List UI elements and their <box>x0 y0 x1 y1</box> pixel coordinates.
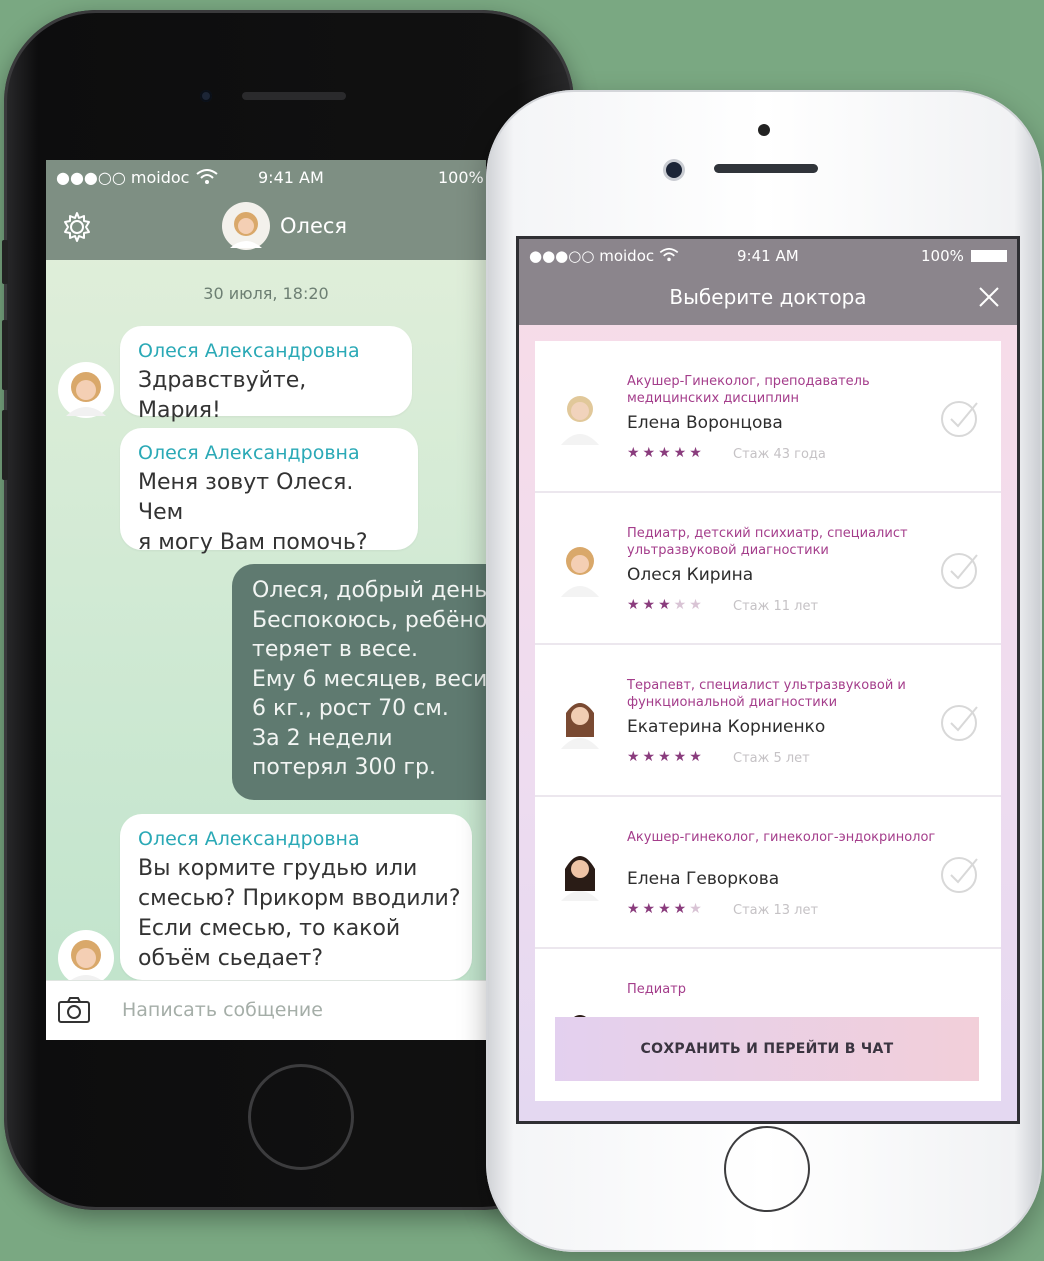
page-title: Выберите доктора <box>669 285 867 309</box>
sender-name: Олеся Александровна <box>138 340 360 362</box>
status-time: 9:41 AM <box>737 247 799 265</box>
message-text: Здравствуйте, Мария! <box>138 368 307 423</box>
incoming-message: Олеся Александровна Вы кормите грудью ил… <box>120 814 472 980</box>
doctor-specialty: Терапевт, специалист ультразвуковой и фу… <box>627 678 906 710</box>
message-composer: Написать собщение <box>46 980 486 1040</box>
status-time: 9:41 AM <box>258 168 324 187</box>
earpiece-speaker <box>242 92 346 100</box>
close-icon[interactable] <box>973 281 1005 313</box>
doctor-select-screen: ●●●○○ moidoc 9:41 AM 100% Выберите докто… <box>516 236 1020 1124</box>
doctor-experience: Стаж 5 лет <box>733 751 810 766</box>
status-bar: ●●●○○ moidoc 9:41 AM 100% <box>519 239 1017 273</box>
message-line: теряет в весе. <box>252 637 418 662</box>
doctor-row[interactable]: Терапевт, специалист ультразвуковой и фу… <box>535 645 1001 797</box>
message-line: Если смесью, то какой <box>138 916 401 941</box>
doctor-specialty: Акушер-Гинеколог, преподаватель медицинс… <box>627 374 870 406</box>
gear-icon[interactable] <box>60 210 94 244</box>
doctor-avatar[interactable] <box>58 362 114 418</box>
wifi-icon <box>196 169 218 184</box>
message-line: потерял 300 гр. <box>252 755 436 780</box>
status-bar: ●●●○○ moidoc 9:41 AM 100% <box>46 160 486 196</box>
doctor-name: Елена Воронцова <box>627 413 783 433</box>
doctor-photo <box>561 396 599 445</box>
wifi-icon <box>659 248 679 262</box>
doctor-avatar[interactable] <box>58 930 114 986</box>
doctor-photo <box>561 547 599 597</box>
doctor-experience: Стаж 13 лет <box>733 903 819 918</box>
save-and-go-to-chat-button[interactable]: СОХРАНИТЬ И ПЕРЕЙТИ В ЧАТ <box>555 1017 979 1081</box>
carrier-label: ●●●○○ moidoc <box>529 247 655 265</box>
battery-label: 100% <box>921 247 964 265</box>
message-line: За 2 недели <box>252 725 393 751</box>
message-line: я могу Вам помочь? <box>138 530 368 555</box>
carrier-label: ●●●○○ moidoc <box>56 168 190 187</box>
doctor-list: Акушер-Гинеколог, преподаватель медицинс… <box>535 341 1001 1101</box>
contact-name: Олеся <box>280 214 348 238</box>
doctor-photo <box>561 856 599 901</box>
incoming-message: Олеся Александровна Здравствуйте, Мария! <box>120 326 412 423</box>
message-line: Вы кормите грудью или <box>138 856 418 881</box>
doctor-name: Елена Геворкова <box>627 869 780 889</box>
message-line: Ему 6 месяцев, весит <box>252 666 486 692</box>
check-circle-icon[interactable] <box>939 701 981 743</box>
message-line: Меня зовут Олеся. Чем <box>138 470 354 525</box>
volume-down-button <box>2 410 8 480</box>
doctor-name: Екатерина Корниенко <box>627 717 826 737</box>
doctor-photo <box>561 703 599 749</box>
doctor-experience: Стаж 43 года <box>733 447 826 462</box>
message-input[interactable]: Написать собщение <box>122 999 323 1021</box>
message-line: Беспокоюсь, ребёнок <box>252 607 486 633</box>
check-circle-icon[interactable] <box>939 853 981 895</box>
doctor-row[interactable]: Педиатр, детский психиатр, специалист ул… <box>535 493 1001 645</box>
doctor-row[interactable]: Акушер-Гинеколог, преподаватель медицинс… <box>535 341 1001 493</box>
rating-stars: ★★★★★ <box>627 597 705 613</box>
outgoing-message: Олеся, добрый день! Беспокоюсь, ребёнок … <box>232 564 486 800</box>
date-separator: 30 июля, 18:20 <box>203 284 329 303</box>
battery-label: 100% <box>438 168 484 187</box>
sender-name: Олеся Александровна <box>138 828 360 850</box>
volume-up-button <box>2 320 8 390</box>
doctor-specialty: Педиатр, детский психиатр, специалист ул… <box>627 526 908 558</box>
doctor-specialty: Акушер-гинеколог, гинеколог-эндокринолог <box>627 830 936 845</box>
battery-icon <box>971 250 1007 262</box>
message-line: смесью? Прикорм вводили? <box>138 886 461 911</box>
camera-icon[interactable] <box>58 997 90 1023</box>
doctor-specialty: Педиатр <box>627 982 687 997</box>
front-camera-icon <box>200 90 212 102</box>
message-line: Олеся, добрый день! <box>252 578 486 603</box>
doctor-name: Олеся Кирина <box>627 565 754 585</box>
rating-stars: ★★★★★ <box>627 445 705 461</box>
message-line: объём сьедает? <box>138 946 324 971</box>
contact-avatar[interactable] <box>222 202 270 250</box>
check-circle-icon[interactable] <box>939 397 981 439</box>
sender-name: Олеся Александровна <box>138 442 360 464</box>
chat-header: Олеся <box>46 196 486 260</box>
front-camera-icon <box>666 162 682 178</box>
check-circle-icon[interactable] <box>939 549 981 591</box>
chat-screen: ●●●○○ moidoc 9:41 AM 100% Олеся 30 июля,… <box>46 160 486 1040</box>
doctor-row[interactable]: Акушер-гинеколог, гинеколог-эндокринолог… <box>535 797 1001 949</box>
home-button[interactable] <box>248 1064 354 1170</box>
message-line: 6 кг., рост 70 см. <box>252 696 449 721</box>
home-button[interactable] <box>724 1126 810 1212</box>
screen-header: Выберите доктора <box>519 273 1017 325</box>
proximity-sensor <box>758 124 770 136</box>
rating-stars: ★★★★★ <box>627 901 705 917</box>
incoming-message: Олеся Александровна Меня зовут Олеся. Че… <box>120 428 418 555</box>
earpiece-speaker <box>714 164 818 173</box>
rating-stars: ★★★★★ <box>627 749 705 765</box>
mute-switch <box>2 240 8 284</box>
doctor-experience: Стаж 11 лет <box>733 599 819 614</box>
